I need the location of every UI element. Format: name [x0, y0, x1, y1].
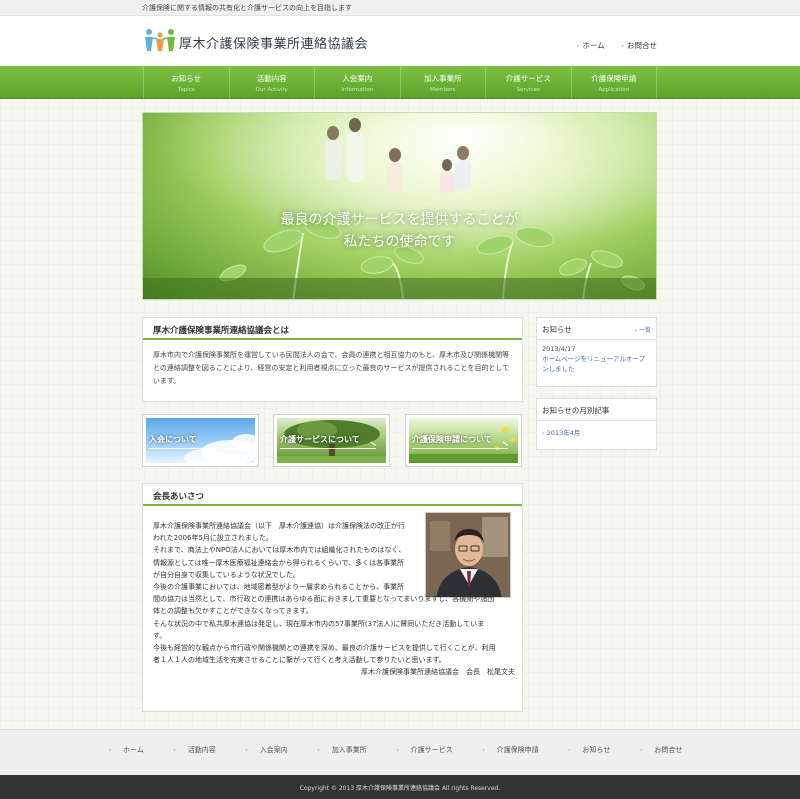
hero-image: 最良の介護サービスを提供することが 私たちの使命です	[142, 112, 657, 300]
about-section: 厚木介護保険事業所連絡協議会とは 厚木市内で介護保険事業所を運営している民間法人…	[142, 317, 523, 402]
hero-tagline-line2: 私たちの使命です	[343, 234, 456, 250]
footer-link-topics[interactable]: › お知らせ	[568, 746, 619, 754]
footer-link-contact[interactable]: › お問合せ	[640, 746, 691, 754]
news-date: 2013/4/17	[542, 345, 576, 353]
sidebar-news: お知らせ › 一覧 2013/4/17 ホームページをリニューアルオープンしまし…	[536, 317, 657, 387]
nav-item-application[interactable]: 介護保険申請 Application	[572, 66, 657, 99]
chevron-right-icon: ›	[621, 42, 624, 50]
arrow-icon	[412, 448, 508, 449]
banner-insurance-application[interactable]: 介護保険申請について	[405, 414, 522, 467]
footer-link-services[interactable]: › 介護サービス	[396, 746, 461, 754]
banner-membership-label: 入会について	[149, 435, 197, 444]
nav-item-members[interactable]: 加入事業所 Members	[401, 66, 486, 99]
header: 厚木介護保険事業所連絡協議会 › ホーム › お問合せ	[0, 16, 800, 66]
copyright-text: Copyright © 2013 厚木介護保険事業所連絡協議会 All righ…	[299, 785, 501, 792]
chevron-right-icon: ›	[173, 747, 176, 754]
nav-item-topics[interactable]: お知らせ Topics	[144, 66, 230, 99]
site-title: 厚木介護保険事業所連絡協議会	[179, 37, 369, 52]
footer-link-activity[interactable]: › 活動内容	[173, 746, 224, 754]
greeting-section: 会長あいさつ 厚木介護保険事業所連絡協議会（以下 厚木介護連協）は介護保険法の改…	[142, 483, 523, 712]
greeting-title: 会長あいさつ	[143, 484, 522, 506]
arrow-icon	[280, 448, 376, 449]
greeting-body: 厚木介護保険事業所連絡協議会（以下 厚木介護連協）は介護保険法の改正が行 われた…	[153, 520, 515, 679]
chevron-right-icon: ›	[317, 747, 320, 754]
hero-illustration	[143, 113, 656, 299]
tagline: 介護保険に関する情報の共有化と介護サービスの向上を目指します	[142, 4, 352, 12]
chevron-right-icon: ›	[482, 747, 485, 754]
header-link-home[interactable]: › ホーム	[577, 41, 605, 50]
footer-link-members[interactable]: › 加入事業所	[317, 746, 375, 754]
chevron-right-icon: ›	[639, 747, 643, 754]
chevron-right-icon: ›	[568, 747, 571, 754]
about-title: 厚木介護保険事業所連絡協議会とは	[143, 318, 522, 340]
footer-nav: › ホーム › 活動内容 › 入会案内 › 加入事業所 › 介護サービス › 介護保険申請 …	[0, 729, 800, 775]
footer-link-information[interactable]: › 入会案内	[245, 746, 296, 754]
header-links: › ホーム › お問合せ	[563, 40, 657, 51]
footer-link-application[interactable]: › 介護保険申請	[482, 746, 547, 754]
hero-tagline-line1: 最良の介護サービスを提供することが	[280, 212, 519, 228]
sidebar-archive: お知らせの月別記事 › 2013年4月	[536, 398, 657, 450]
banner-membership[interactable]: 入会について	[142, 414, 259, 467]
arrow-icon	[149, 448, 245, 449]
nav-item-services[interactable]: 介護サービス Services	[486, 66, 572, 99]
chevron-right-icon: ›	[108, 747, 112, 754]
archive-link[interactable]: › 2013年4月	[542, 429, 580, 437]
sidebar-archive-title: お知らせの月別記事	[542, 406, 610, 415]
chevron-right-icon: ›	[576, 42, 580, 50]
greeting-signature: 厚木介護保険事業所連絡協議会 会長 松尾文夫	[361, 668, 515, 677]
logo-people-icon	[145, 29, 175, 51]
nav-item-information[interactable]: 入会案内 Information	[315, 66, 401, 99]
nav-item-activity[interactable]: 活動内容 Our Activity	[230, 66, 315, 99]
banner-insurance-application-label: 介護保険申請について	[412, 435, 492, 444]
about-body: 厚木市内で介護保険事業所を運営している民間法人の会で、会員の連携と相互協力のもと…	[153, 351, 510, 385]
top-bar: 介護保険に関する情報の共有化と介護サービスの向上を目指します	[0, 0, 800, 16]
sidebar-news-title: お知らせ	[542, 325, 572, 334]
banner-care-services[interactable]: 介護サービスについて	[273, 414, 390, 467]
banner-care-services-label: 介護サービスについて	[280, 435, 360, 444]
chevron-right-icon: ›	[245, 747, 248, 754]
sidebar-news-more-link[interactable]: › 一覧	[635, 325, 651, 334]
news-item-link[interactable]: ホームページをリニューアルオープンしました	[542, 354, 651, 374]
main-nav: お知らせ Topics 活動内容 Our Activity 入会案内 Informat…	[0, 66, 800, 99]
header-link-contact[interactable]: › お問合せ	[621, 41, 657, 50]
copyright-bar: Copyright © 2013 厚木介護保険事業所連絡協議会 All righ…	[0, 775, 800, 799]
footer-link-home[interactable]: › ホーム	[109, 746, 153, 754]
chevron-right-icon: ›	[396, 747, 399, 754]
